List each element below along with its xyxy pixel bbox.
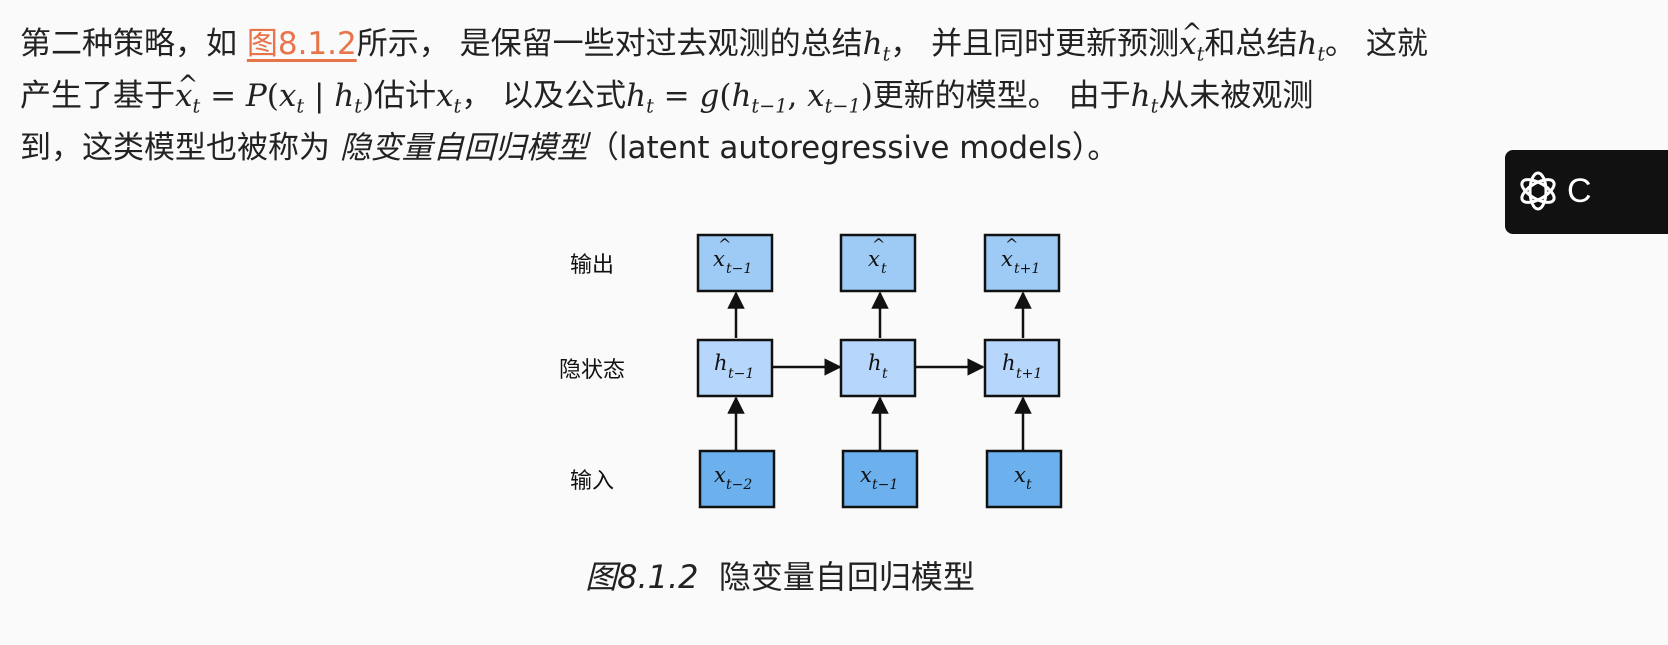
input-var-1: x (714, 463, 726, 487)
math-h-t: ht (1130, 78, 1159, 118)
math-h-t: ht (1297, 26, 1326, 66)
text-segment: 所示， 是保留一些对过去观测的总结 (356, 26, 863, 62)
output-var-2: x (868, 247, 880, 271)
input-sub-3: t (1026, 477, 1032, 493)
output-sub-1: t−1 (726, 261, 752, 277)
input-var-3: x (1014, 463, 1026, 487)
hidden-var-1: h (714, 351, 728, 375)
math-xhat-t: xt (1179, 7, 1204, 64)
text-segment: 到，这类模型也被称为 (20, 130, 340, 166)
math-estimator: xt = P(xt | ht) (175, 59, 374, 116)
paragraph-line-1: 第二种策略，如 图8.1.2所示， 是保留一些对过去观测的总结ht， 并且同时更… (20, 7, 1580, 70)
paragraph-line-2: 产生了基于xt = P(xt | ht)估计xt， 以及公式ht = g(ht−… (20, 59, 1580, 122)
hidden-var-2: h (868, 351, 882, 375)
hidden-sub-1: t−1 (728, 366, 754, 382)
widget-text: C (1567, 172, 1592, 210)
hidden-var-3: h (1002, 351, 1016, 375)
math-update: ht = g(ht−1, xt−1) (626, 78, 873, 118)
text-segment: 第二种策略，如 (20, 26, 247, 62)
row-label-hidden: 隐状态 (559, 358, 625, 383)
chatgpt-widget-button[interactable]: C (1505, 150, 1668, 234)
output-sub-3: t+1 (1014, 261, 1040, 277)
math-x-t: xt (436, 78, 462, 118)
caption-number: 图8.1.2 (585, 558, 699, 596)
hidden-sub-3: t+1 (1016, 366, 1042, 382)
row-label-output: 输出 (570, 253, 614, 278)
text-segment: ， 并且同时更新预测 (890, 26, 1180, 62)
paragraph-line-3: 到，这类模型也被称为 隐变量自回归模型（latent autoregressiv… (20, 122, 1580, 174)
text-segment: 更新的模型。 由于 (872, 78, 1131, 114)
text-segment: （latent autoregressive models）。 (587, 130, 1119, 166)
figure-link[interactable]: 图8.1.2 (247, 26, 357, 62)
figure-caption: 图8.1.2 隐变量自回归模型 (0, 552, 1560, 598)
row-label-input: 输入 (570, 469, 614, 494)
text-segment: ， 以及公式 (461, 78, 627, 114)
text-segment: 估计 (374, 78, 437, 114)
text-segment: 从未被观测 (1158, 78, 1314, 114)
body-paragraph: 第二种策略，如 图8.1.2所示， 是保留一些对过去观测的总结ht， 并且同时更… (20, 7, 1580, 174)
openai-logo-icon (1520, 171, 1556, 211)
caption-text: 隐变量自回归模型 (698, 558, 975, 596)
latent-autoregressive-diagram: 输出 隐状态 输入 ^ x t−1 ^ x t ^ x t+1 h t−1 h … (559, 233, 1063, 509)
input-sub-2: t−1 (872, 477, 898, 493)
hidden-sub-2: t (882, 366, 888, 382)
output-var-3: x (1001, 247, 1013, 271)
text-segment: 产生了基于 (20, 78, 175, 114)
input-sub-1: t−2 (726, 477, 752, 493)
output-var-1: x (713, 247, 725, 271)
math-h-t: ht (862, 26, 891, 66)
text-segment: 。 这就 (1325, 26, 1428, 62)
input-var-2: x (860, 463, 872, 487)
text-segment: 和总结 (1204, 26, 1298, 62)
emphasized-term: 隐变量自回归模型 (339, 130, 588, 166)
output-sub-2: t (881, 261, 887, 277)
